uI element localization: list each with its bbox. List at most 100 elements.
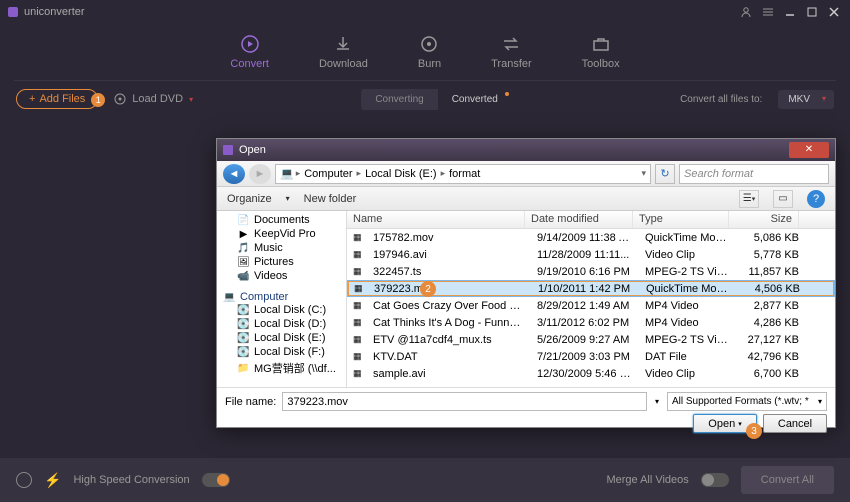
- status-segment: Converting Converted: [361, 89, 512, 110]
- hsc-label: High Speed Conversion: [73, 474, 189, 486]
- chevron-down-icon[interactable]: ▾: [655, 397, 659, 406]
- close-button[interactable]: [826, 5, 842, 19]
- cancel-button[interactable]: Cancel: [763, 414, 827, 433]
- seg-converted[interactable]: Converted: [438, 89, 512, 110]
- tab-transfer[interactable]: Transfer: [491, 34, 532, 70]
- load-dvd-button[interactable]: Load DVD ▾: [114, 93, 193, 105]
- disc-icon: [114, 93, 126, 105]
- annotation-3: 3: [746, 423, 762, 439]
- minimize-button[interactable]: [782, 5, 798, 19]
- folder-icon: 🖼: [237, 256, 250, 268]
- file-row[interactable]: ▦KTV.DAT7/21/2009 3:03 PMDAT File42,796 …: [347, 348, 835, 365]
- file-icon: ▦: [353, 300, 365, 312]
- view-mode-button[interactable]: ☰▾: [739, 190, 759, 208]
- tree-item[interactable]: 📹Videos: [221, 269, 342, 283]
- download-icon: [333, 34, 353, 54]
- filter-select[interactable]: All Supported Formats (*.wtv; *▾: [667, 392, 827, 411]
- tree-item[interactable]: 💽Local Disk (D:): [221, 317, 342, 331]
- output-format-select[interactable]: MKV: [778, 90, 834, 109]
- folder-icon: 📹: [237, 270, 250, 282]
- file-row[interactable]: ▦ETV @11a7cdf4_mux.ts5/26/2009 9:27 AMMP…: [347, 331, 835, 348]
- merge-toggle[interactable]: [701, 473, 729, 487]
- seg-converting[interactable]: Converting: [361, 89, 437, 110]
- tab-toolbox[interactable]: Toolbox: [582, 34, 620, 70]
- nav-forward-button[interactable]: ►: [249, 164, 271, 184]
- col-type[interactable]: Type: [633, 211, 729, 228]
- merge-label: Merge All Videos: [606, 474, 688, 486]
- hsc-toggle[interactable]: [202, 473, 230, 487]
- file-icon: ▦: [353, 317, 365, 329]
- plus-icon: +: [29, 93, 35, 105]
- bolt-icon: ⚡: [44, 472, 61, 489]
- open-file-dialog: Open ✕ ◄ ► 💻 ▸ Computer ▸ Local Disk (E:…: [216, 138, 836, 428]
- tree-group-computer[interactable]: 💻Computer: [221, 289, 342, 303]
- convert-all-to-label: Convert all files to:: [680, 94, 762, 105]
- file-row[interactable]: ▦322457.ts9/19/2010 6:16 PMMPEG-2 TS Vid…: [347, 263, 835, 280]
- add-files-button[interactable]: + Add Files 1: [16, 89, 98, 109]
- tree-item[interactable]: 🎵Music: [221, 241, 342, 255]
- col-name[interactable]: Name: [347, 211, 525, 228]
- clock-icon[interactable]: [16, 472, 32, 488]
- col-date[interactable]: Date modified: [525, 211, 633, 228]
- new-folder-button[interactable]: New folder: [304, 193, 357, 205]
- tree-item[interactable]: 🖼Pictures: [221, 255, 342, 269]
- transfer-icon: [501, 34, 521, 54]
- tree-item[interactable]: 📁MG营销部 (\\df...: [221, 359, 342, 377]
- file-row[interactable]: ▦175782.mov9/14/2009 11:38 AMQuickTime M…: [347, 229, 835, 246]
- folder-icon: ▶: [237, 228, 250, 240]
- tab-convert[interactable]: Convert: [230, 34, 269, 70]
- tab-download[interactable]: Download: [319, 34, 368, 70]
- tab-burn[interactable]: Burn: [418, 34, 441, 70]
- organize-menu[interactable]: Organize: [227, 193, 272, 205]
- breadcrumb[interactable]: 💻 ▸ Computer ▸ Local Disk (E:) ▸ format …: [275, 164, 651, 184]
- dialog-icon: [223, 145, 233, 155]
- filename-label: File name:: [225, 396, 276, 408]
- file-icon: ▦: [354, 283, 366, 295]
- tree-item[interactable]: ▶KeepVid Pro: [221, 227, 342, 241]
- user-icon[interactable]: [738, 5, 754, 19]
- search-input[interactable]: Search format: [679, 164, 829, 184]
- burn-icon: [419, 34, 439, 54]
- file-row[interactable]: ▦sample.avi12/30/2009 5:46 PMVideo Clip6…: [347, 365, 835, 382]
- convert-icon: [240, 34, 260, 54]
- tree-item[interactable]: 📄Documents: [221, 213, 342, 227]
- col-size[interactable]: Size: [729, 211, 799, 228]
- file-row[interactable]: ▦197946.avi11/28/2009 11:11...Video Clip…: [347, 246, 835, 263]
- menu-icon[interactable]: [760, 5, 776, 19]
- app-title: uniconverter: [24, 6, 85, 18]
- toolbox-icon: [591, 34, 611, 54]
- app-logo: [8, 7, 18, 17]
- chevron-down-icon[interactable]: ▾: [641, 168, 646, 179]
- folder-icon: 📄: [237, 214, 250, 226]
- preview-pane-button[interactable]: ▭: [773, 190, 793, 208]
- tree-item[interactable]: 💽Local Disk (F:): [221, 345, 342, 359]
- file-row[interactable]: ▦Cat Goes Crazy Over Food Dispenser - Fu…: [347, 297, 835, 314]
- dialog-title: Open: [239, 144, 266, 156]
- file-icon: ▦: [353, 232, 365, 244]
- file-icon: ▦: [353, 334, 365, 346]
- file-icon: ▦: [353, 249, 365, 261]
- file-row[interactable]: ▦Cat Thinks It's A Dog - Funny Videos at…: [347, 314, 835, 331]
- file-list: Name Date modified Type Size ▦175782.mov…: [347, 211, 835, 387]
- drive-icon: 💽: [237, 346, 250, 358]
- nav-back-button[interactable]: ◄: [223, 164, 245, 184]
- folder-icon: 🎵: [237, 242, 250, 254]
- computer-icon: 💻: [280, 167, 294, 180]
- drive-icon: 💽: [237, 318, 250, 330]
- drive-icon: 💽: [237, 304, 250, 316]
- tree-item[interactable]: 💽Local Disk (C:): [221, 303, 342, 317]
- dialog-close-button[interactable]: ✕: [789, 142, 829, 158]
- file-row[interactable]: ▦379223.mov1/10/2011 1:42 PMQuickTime Mo…: [347, 280, 835, 297]
- folder-tree: 📄Documents▶KeepVid Pro🎵Music🖼Pictures📹Vi…: [217, 211, 347, 387]
- convert-all-button[interactable]: Convert All: [741, 466, 834, 494]
- file-icon: ▦: [353, 351, 365, 363]
- refresh-button[interactable]: ↻: [655, 164, 675, 184]
- tree-item[interactable]: 💽Local Disk (E:): [221, 331, 342, 345]
- open-button[interactable]: Open ▾ 3: [693, 414, 757, 433]
- filename-input[interactable]: [282, 392, 647, 411]
- annotation-2: 2: [420, 281, 436, 297]
- drive-icon: 📁: [237, 362, 250, 374]
- maximize-button[interactable]: [804, 5, 820, 19]
- help-button[interactable]: ?: [807, 190, 825, 208]
- annotation-1: 1: [91, 93, 105, 107]
